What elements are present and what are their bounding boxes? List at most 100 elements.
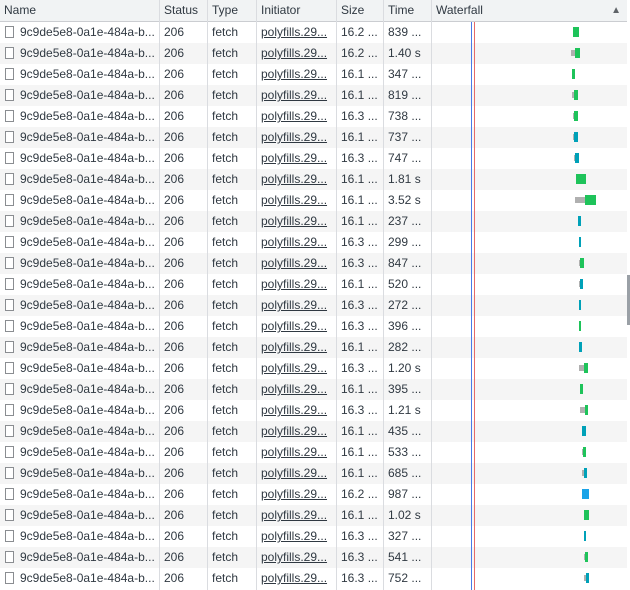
waterfall-bar[interactable]	[579, 342, 582, 352]
waterfall-bar[interactable]	[582, 468, 587, 478]
name-cell[interactable]: 9c9de5e8-0a1e-484a-b...	[0, 43, 160, 64]
waterfall-bar[interactable]	[575, 195, 596, 205]
initiator-link[interactable]: polyfills.29...	[261, 277, 327, 291]
column-divider[interactable]	[159, 0, 160, 590]
name-cell[interactable]: 9c9de5e8-0a1e-484a-b...	[0, 316, 160, 337]
waterfall-bar[interactable]	[574, 153, 579, 163]
initiator-link[interactable]: polyfills.29...	[261, 403, 327, 417]
initiator-link[interactable]: polyfills.29...	[261, 151, 327, 165]
waterfall-bar[interactable]	[572, 69, 575, 79]
name-cell[interactable]: 9c9de5e8-0a1e-484a-b...	[0, 148, 160, 169]
waterfall-bar[interactable]	[573, 132, 578, 142]
name-cell[interactable]: 9c9de5e8-0a1e-484a-b...	[0, 442, 160, 463]
waterfall-bar[interactable]	[578, 216, 581, 226]
initiator-link[interactable]: polyfills.29...	[261, 424, 327, 438]
initiator-link[interactable]: polyfills.29...	[261, 571, 327, 585]
name-cell[interactable]: 9c9de5e8-0a1e-484a-b...	[0, 253, 160, 274]
name-cell[interactable]: 9c9de5e8-0a1e-484a-b...	[0, 211, 160, 232]
waterfall-bar[interactable]	[580, 405, 588, 415]
name-cell[interactable]: 9c9de5e8-0a1e-484a-b...	[0, 379, 160, 400]
time-cell: 738 ...	[388, 109, 422, 123]
initiator-link[interactable]: polyfills.29...	[261, 361, 327, 375]
waterfall-bar[interactable]	[584, 552, 588, 562]
waterfall-bar[interactable]	[579, 300, 581, 310]
waterfall-bar[interactable]	[579, 237, 581, 247]
request-name: 9c9de5e8-0a1e-484a-b...	[20, 361, 155, 375]
column-header-name[interactable]: Name	[0, 0, 160, 21]
initiator-link[interactable]: polyfills.29...	[261, 46, 327, 60]
initiator-link[interactable]: polyfills.29...	[261, 256, 327, 270]
initiator-link[interactable]: polyfills.29...	[261, 214, 327, 228]
name-cell[interactable]: 9c9de5e8-0a1e-484a-b...	[0, 526, 160, 547]
initiator-link[interactable]: polyfills.29...	[261, 508, 327, 522]
column-divider[interactable]	[256, 0, 257, 590]
waterfall-bar[interactable]	[584, 573, 589, 583]
waterfall-bar[interactable]	[582, 489, 589, 499]
waterfall-bar[interactable]	[579, 279, 583, 289]
column-header-type[interactable]: Type	[208, 0, 257, 21]
initiator-link[interactable]: polyfills.29...	[261, 340, 327, 354]
initiator-link[interactable]: polyfills.29...	[261, 529, 327, 543]
name-cell[interactable]: 9c9de5e8-0a1e-484a-b...	[0, 337, 160, 358]
waterfall-bar[interactable]	[573, 27, 579, 37]
waterfall-bar[interactable]	[580, 384, 583, 394]
name-cell[interactable]: 9c9de5e8-0a1e-484a-b...	[0, 169, 160, 190]
waterfall-bar[interactable]	[582, 447, 586, 457]
initiator-link[interactable]: polyfills.29...	[261, 445, 327, 459]
initiator-link[interactable]: polyfills.29...	[261, 298, 327, 312]
initiator-link[interactable]: polyfills.29...	[261, 172, 327, 186]
initiator-link[interactable]: polyfills.29...	[261, 88, 327, 102]
initiator-link[interactable]: polyfills.29...	[261, 466, 327, 480]
name-cell[interactable]: 9c9de5e8-0a1e-484a-b...	[0, 421, 160, 442]
initiator-link[interactable]: polyfills.29...	[261, 25, 327, 39]
name-cell[interactable]: 9c9de5e8-0a1e-484a-b...	[0, 274, 160, 295]
column-header-time[interactable]: Time	[384, 0, 432, 21]
name-cell[interactable]: 9c9de5e8-0a1e-484a-b...	[0, 358, 160, 379]
initiator-link[interactable]: polyfills.29...	[261, 382, 327, 396]
initiator-link[interactable]: polyfills.29...	[261, 193, 327, 207]
name-cell[interactable]: 9c9de5e8-0a1e-484a-b...	[0, 85, 160, 106]
name-cell[interactable]: 9c9de5e8-0a1e-484a-b...	[0, 463, 160, 484]
waterfall-bar[interactable]	[582, 426, 586, 436]
waterfall-download-segment	[582, 489, 589, 499]
waterfall-bar[interactable]	[576, 174, 586, 184]
initiator-link[interactable]: polyfills.29...	[261, 550, 327, 564]
column-divider[interactable]	[383, 0, 384, 590]
initiator-link[interactable]: polyfills.29...	[261, 235, 327, 249]
status-cell: 206	[164, 319, 185, 333]
column-header-initiator[interactable]: Initiator	[257, 0, 337, 21]
name-cell[interactable]: 9c9de5e8-0a1e-484a-b...	[0, 64, 160, 85]
name-cell[interactable]: 9c9de5e8-0a1e-484a-b...	[0, 400, 160, 421]
name-cell[interactable]: 9c9de5e8-0a1e-484a-b...	[0, 127, 160, 148]
name-cell[interactable]: 9c9de5e8-0a1e-484a-b...	[0, 22, 160, 43]
type-cell: fetch	[212, 88, 239, 102]
waterfall-bar[interactable]	[571, 48, 580, 58]
column-header-status[interactable]: Status	[160, 0, 208, 21]
waterfall-bar[interactable]	[572, 90, 578, 100]
waterfall-bar[interactable]	[573, 111, 578, 121]
name-cell[interactable]: 9c9de5e8-0a1e-484a-b...	[0, 190, 160, 211]
waterfall-bar[interactable]	[584, 510, 589, 520]
column-divider[interactable]	[207, 0, 208, 590]
name-cell[interactable]: 9c9de5e8-0a1e-484a-b...	[0, 295, 160, 316]
waterfall-bar[interactable]	[579, 258, 584, 268]
column-divider[interactable]	[431, 0, 432, 590]
column-divider[interactable]	[336, 0, 337, 590]
column-header-waterfall[interactable]: Waterfall ▲	[432, 0, 627, 21]
name-cell[interactable]: 9c9de5e8-0a1e-484a-b...	[0, 232, 160, 253]
name-cell[interactable]: 9c9de5e8-0a1e-484a-b...	[0, 568, 160, 589]
name-cell[interactable]: 9c9de5e8-0a1e-484a-b...	[0, 505, 160, 526]
initiator-link[interactable]: polyfills.29...	[261, 109, 327, 123]
waterfall-bar[interactable]	[579, 363, 588, 373]
initiator-link[interactable]: polyfills.29...	[261, 319, 327, 333]
column-header-size[interactable]: Size	[337, 0, 384, 21]
initiator-link[interactable]: polyfills.29...	[261, 130, 327, 144]
time-cell: 819 ...	[388, 88, 422, 102]
name-cell[interactable]: 9c9de5e8-0a1e-484a-b...	[0, 547, 160, 568]
name-cell[interactable]: 9c9de5e8-0a1e-484a-b...	[0, 106, 160, 127]
initiator-link[interactable]: polyfills.29...	[261, 67, 327, 81]
waterfall-bar[interactable]	[584, 531, 586, 541]
initiator-link[interactable]: polyfills.29...	[261, 487, 327, 501]
waterfall-bar[interactable]	[579, 321, 581, 331]
name-cell[interactable]: 9c9de5e8-0a1e-484a-b...	[0, 484, 160, 505]
